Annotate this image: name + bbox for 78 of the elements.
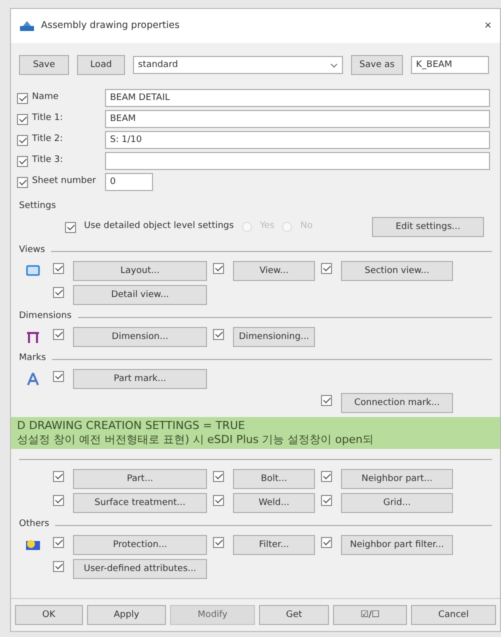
option-button[interactable]: Neighbor part filter... [341, 535, 453, 555]
checkbox[interactable] [213, 470, 224, 482]
checkbox[interactable] [53, 494, 64, 506]
checkbox[interactable] [321, 470, 332, 482]
option-button[interactable]: Weld... [233, 493, 315, 513]
option-button[interactable]: Protection... [73, 535, 207, 555]
checkbox[interactable] [53, 470, 64, 482]
field-label: Title 1: [32, 112, 63, 126]
text-field[interactable] [105, 152, 490, 170]
option-button[interactable]: Neighbor part... [341, 469, 453, 489]
section-label: Dimensions [19, 310, 72, 324]
option-button[interactable]: Dimensioning... [233, 327, 315, 347]
field-label: Title 2: [32, 133, 63, 146]
section-label: Views [19, 244, 46, 258]
annotation-text: D DRAWING CREATION SETTINGS = TRUE [17, 419, 245, 433]
text-field[interactable]: S: 1/10 [105, 131, 490, 149]
checkbox[interactable] [17, 156, 28, 166]
checkbox[interactable] [321, 536, 332, 548]
checkbox[interactable] [17, 134, 28, 146]
field-label: Title 3: [32, 154, 63, 168]
section-label: Marks [19, 352, 46, 366]
option-button[interactable]: User-defined attributes... [73, 559, 207, 579]
checkbox-label: Use detailed object level settings [84, 220, 234, 234]
option-button[interactable]: Part... [73, 469, 207, 489]
option-button[interactable]: View... [233, 261, 315, 281]
footer-button[interactable]: Cancel [410, 605, 496, 625]
edit-settings-button[interactable]: Edit settings... [372, 217, 484, 237]
checkbox[interactable] [213, 536, 224, 548]
checkbox[interactable] [53, 328, 64, 340]
option-button[interactable]: Dimension... [73, 327, 207, 347]
checkbox[interactable] [213, 328, 224, 340]
checkbox[interactable] [321, 494, 332, 506]
field-label: Sheet number [32, 175, 96, 188]
text-field[interactable]: BEAM DETAIL [105, 89, 490, 107]
checkbox[interactable] [53, 286, 64, 298]
checkbox[interactable] [321, 262, 332, 274]
save-as-field[interactable]: K_BEAM [411, 56, 489, 74]
checkbox[interactable] [53, 370, 64, 382]
save-as-button[interactable]: Save as [351, 55, 403, 75]
checkbox[interactable] [65, 222, 76, 232]
option-button[interactable]: Layout... [73, 261, 207, 281]
window-title: Assembly drawing properties [41, 18, 181, 33]
app-icon [19, 20, 35, 32]
option-button[interactable]: Section view... [341, 261, 453, 281]
option-button[interactable]: Connection mark... [341, 393, 453, 413]
mark-icon [25, 371, 41, 387]
checkbox[interactable] [17, 114, 28, 124]
option-button[interactable]: Surface treatment... [73, 493, 207, 513]
section-label: Others [19, 518, 50, 532]
checkbox[interactable] [213, 262, 224, 274]
section-label: Settings [19, 200, 56, 214]
caret-icon [330, 63, 338, 69]
footer-button[interactable]: ☑/☐ [333, 605, 407, 625]
option-button[interactable]: Part mark... [73, 369, 207, 389]
save-button[interactable]: Save [19, 55, 69, 75]
option-button[interactable]: Detail view... [73, 285, 207, 305]
checkbox[interactable] [17, 176, 28, 188]
preset-dropdown[interactable]: standard [133, 56, 343, 74]
checkbox[interactable] [17, 92, 28, 104]
dimension-icon [25, 329, 41, 345]
window-icon [25, 263, 41, 279]
checkbox[interactable] [53, 560, 64, 572]
checkbox[interactable] [53, 262, 64, 274]
text-field[interactable]: 0 [105, 173, 153, 191]
checkbox[interactable] [321, 394, 332, 406]
footer-button[interactable]: Get [258, 605, 330, 625]
option-button[interactable]: Filter... [233, 535, 315, 555]
annotation-text: 성설정 창이 예전 버전형태로 표현) 시 eSDI Plus 기능 설정창이 open되 [17, 433, 374, 447]
checkbox[interactable] [213, 494, 224, 506]
checkbox[interactable] [53, 536, 64, 548]
footer-button[interactable]: OK [15, 605, 82, 625]
text-field[interactable]: BEAM [105, 110, 490, 128]
field-label: Name [32, 91, 59, 104]
option-button[interactable]: Grid... [341, 493, 453, 513]
footer-button[interactable]: Apply [86, 605, 166, 625]
load-button[interactable]: Load [77, 55, 125, 75]
close-button[interactable]: × [484, 18, 492, 34]
option-button[interactable]: Bolt... [233, 469, 315, 489]
